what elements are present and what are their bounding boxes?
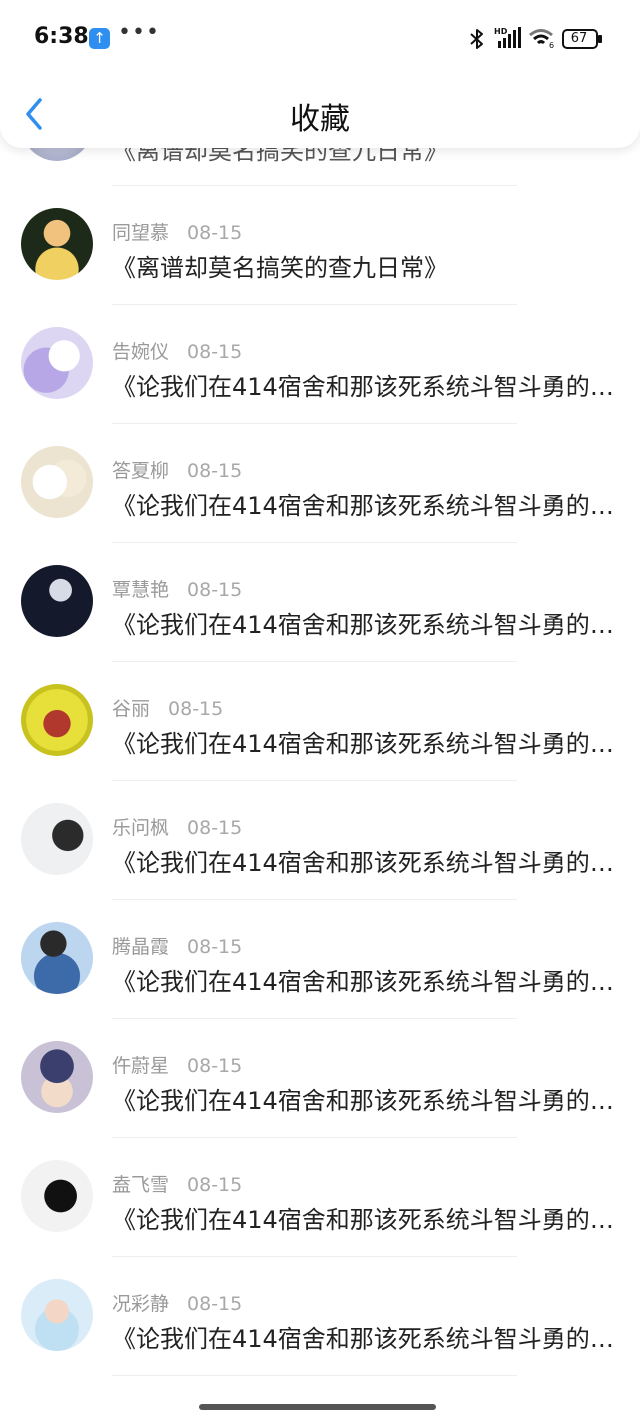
cellular-signal-icon: HD [494,27,521,48]
user-name[interactable]: 告婉仪 [112,341,169,363]
row-divider [112,1137,517,1138]
list-item[interactable]: 仵蔚星 08-15 《论我们在414宿舍和那该死系统斗智斗勇的日常》 [0,1041,640,1160]
avatar[interactable] [21,1279,93,1351]
avatar[interactable] [21,208,93,280]
upload-icon: ↑ [89,28,110,49]
user-name[interactable]: 腾晶霞 [112,936,169,958]
status-time: 6:38 [34,24,89,49]
list-item-comment[interactable]: 《论我们在414宿舍和那该死系统斗智斗勇的日常》 [112,843,617,878]
list-item-comment[interactable]: 《论我们在414宿舍和那该死系统斗智斗勇的日常》 [112,486,617,521]
svg-text:6: 6 [549,41,554,49]
bluetooth-icon [470,29,483,49]
list-item[interactable]: 腾晶霞 08-15 《论我们在414宿舍和那该死系统斗智斗勇的日常》 [0,922,640,1041]
list-item-meta: 答夏柳 08-15 [112,456,242,483]
list-item-comment[interactable]: 《论我们在414宿舍和那该死系统斗智斗勇的日常》 [112,724,617,759]
row-divider [112,1256,517,1257]
item-date: 08-15 [187,936,243,958]
item-date: 08-15 [187,1174,243,1196]
list-item-comment[interactable]: 《论我们在414宿舍和那该死系统斗智斗勇的日常》 [112,367,617,402]
list-item-comment[interactable]: 《论我们在414宿舍和那该死系统斗智斗勇的日常》 [112,962,617,997]
avatar[interactable] [21,565,93,637]
user-name[interactable]: 谷丽 [112,698,150,720]
row-divider [112,780,517,781]
item-date: 08-15 [187,222,243,244]
row-divider [112,304,517,305]
avatar[interactable] [21,1041,93,1113]
list-item-meta: 同望慕 08-15 [112,218,242,245]
list-item-comment[interactable]: 《论我们在414宿舍和那该死系统斗智斗勇的日常》 [112,1319,617,1354]
list-item[interactable]: 谷丽 08-15 《论我们在414宿舍和那该死系统斗智斗勇的日常》 [0,684,640,803]
home-indicator[interactable] [199,1404,436,1410]
user-name[interactable]: 况彩静 [112,1293,169,1315]
row-divider [112,1018,517,1019]
list-item[interactable]: 盍飞雪 08-15 《论我们在414宿舍和那该死系统斗智斗勇的日常》 [0,1160,640,1279]
item-date: 08-15 [187,817,243,839]
list-item[interactable]: 况彩静 08-15 《论我们在414宿舍和那该死系统斗智斗勇的日常》 [0,1279,640,1398]
user-name[interactable]: 乐问枫 [112,817,169,839]
list-item-comment[interactable]: 《离谱却莫名搞笑的查九日常》 [112,248,617,283]
row-divider [112,899,517,900]
user-name[interactable]: 仵蔚星 [112,1055,169,1077]
user-name[interactable]: 同望慕 [112,222,169,244]
app-header: 6:38 ↑ ••• HD 6 67 收藏 [0,0,640,148]
avatar[interactable] [21,1160,93,1232]
list-item[interactable]: 覃慧艳 08-15 《论我们在414宿舍和那该死系统斗智斗勇的日常》 [0,565,640,684]
user-name[interactable]: 盍飞雪 [112,1174,169,1196]
row-divider [112,1375,517,1376]
list-item-meta: 告婉仪 08-15 [112,337,242,364]
list-item-meta: 况彩静 08-15 [112,1289,242,1316]
page-title: 收藏 [290,102,350,137]
avatar[interactable] [21,922,93,994]
list-item[interactable]: 答夏柳 08-15 《论我们在414宿舍和那该死系统斗智斗勇的日常》 [0,446,640,565]
more-notifications-icon: ••• [118,20,160,45]
list-item-comment[interactable]: 《论我们在414宿舍和那该死系统斗智斗勇的日常》 [112,1081,617,1116]
battery-level: 67 [570,31,588,46]
avatar[interactable] [21,327,93,399]
list-item[interactable]: 告婉仪 08-15 《论我们在414宿舍和那该死系统斗智斗勇的日常》 [0,327,640,446]
svg-text:HD: HD [494,27,508,36]
list-item-meta: 盍飞雪 08-15 [112,1170,242,1197]
avatar[interactable] [21,803,93,875]
item-date: 08-15 [168,698,224,720]
list-item-comment[interactable]: 《论我们在414宿舍和那该死系统斗智斗勇的日常》 [112,1200,617,1235]
row-divider [112,185,517,186]
item-date: 08-15 [187,341,243,363]
list-item[interactable]: 乐问枫 08-15 《论我们在414宿舍和那该死系统斗智斗勇的日常》 [0,803,640,922]
avatar[interactable] [21,684,93,756]
item-date: 08-15 [187,1055,243,1077]
row-divider [112,661,517,662]
user-name[interactable]: 覃慧艳 [112,579,169,601]
list-item-meta: 腾晶霞 08-15 [112,932,242,959]
item-date: 08-15 [187,579,243,601]
item-date: 08-15 [187,1293,243,1315]
avatar[interactable] [21,446,93,518]
list-item-meta: 覃慧艳 08-15 [112,575,242,602]
list-item-meta: 仵蔚星 08-15 [112,1051,242,1078]
item-date: 08-15 [187,460,243,482]
row-divider [112,423,517,424]
wifi-icon: 6 [529,29,554,49]
list-item[interactable]: 同望慕 08-15 《离谱却莫名搞笑的查九日常》 [0,208,640,327]
list-item-comment[interactable]: 《论我们在414宿舍和那该死系统斗智斗勇的日常》 [112,605,617,640]
user-name[interactable]: 答夏柳 [112,460,169,482]
row-divider [112,542,517,543]
status-bar: 6:38 ↑ ••• HD 6 67 [0,0,640,78]
list-item-meta: 乐问枫 08-15 [112,813,242,840]
list-item-meta: 谷丽 08-15 [112,694,223,721]
